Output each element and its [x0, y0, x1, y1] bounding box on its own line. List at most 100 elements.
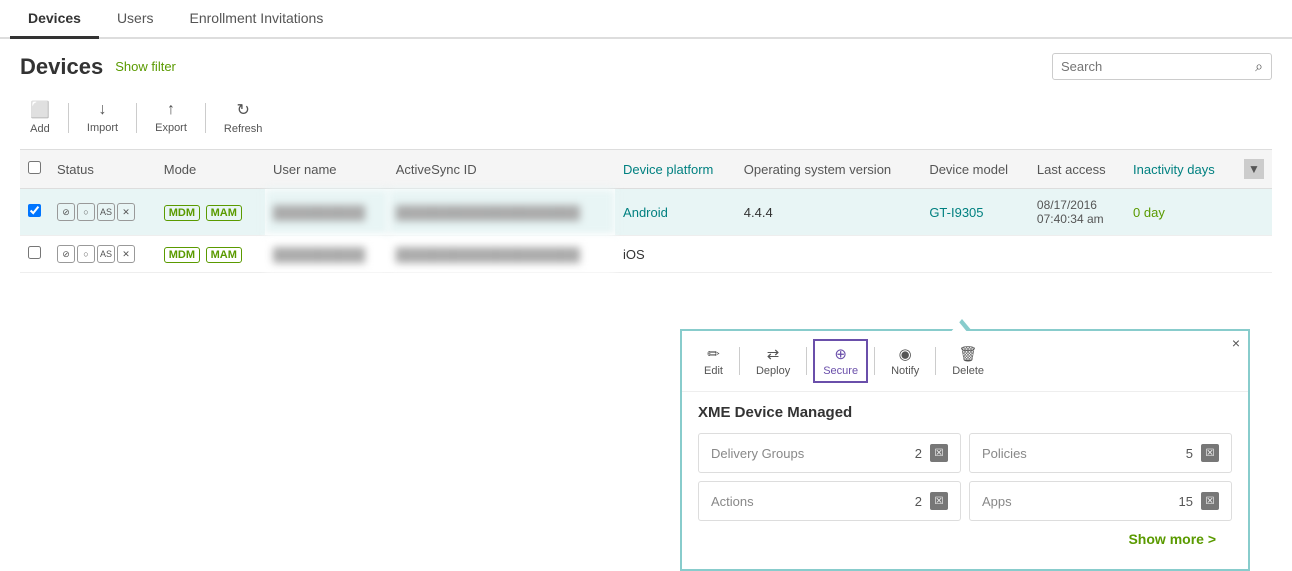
apps-icon[interactable]: ☒	[1201, 492, 1219, 510]
import-label: Import	[87, 122, 118, 134]
apps-count: 15	[1179, 494, 1193, 509]
last-access-cell	[1029, 236, 1125, 273]
popup-arrow-inner	[950, 322, 968, 333]
policies-label: Policies	[982, 446, 1027, 461]
delete-label: Delete	[952, 365, 984, 377]
tag-mam: MAM	[206, 205, 242, 221]
secure-label: Secure	[823, 365, 858, 377]
delivery-groups-count: 2	[915, 446, 922, 461]
col-status: Status	[49, 150, 156, 189]
apps-label: Apps	[982, 494, 1012, 509]
os-version-cell	[736, 236, 922, 273]
tab-enrollment-invitations[interactable]: Enrollment Invitations	[172, 0, 342, 39]
table-row: ⊘ ○ AS ✕ MDM MAM ██████████ ████████████…	[20, 236, 1272, 273]
card-right: 2 ☒	[907, 492, 948, 510]
popup-sep-2	[806, 347, 807, 375]
popup-delete-button[interactable]: 🗑 Delete	[942, 339, 994, 383]
export-label: Export	[155, 122, 187, 134]
popup-sep-1	[739, 347, 740, 375]
toolbar: ⬜ Add ↓ Import ↑ Export ↻ Refresh	[0, 90, 1292, 149]
card-right: 15 ☒	[1171, 492, 1219, 510]
inactivity-cell	[1125, 236, 1236, 273]
tag-mam: MAM	[206, 247, 242, 263]
import-button[interactable]: ↓ Import	[77, 97, 128, 138]
col-username: User name	[265, 150, 388, 189]
expand-columns-btn[interactable]: ▼	[1244, 159, 1264, 179]
popup-secure-button[interactable]: ⊕ Secure	[813, 339, 868, 383]
page-title: Devices	[20, 54, 103, 80]
actions-icon[interactable]: ☒	[930, 492, 948, 510]
search-box: ⌕	[1052, 53, 1272, 80]
import-icon: ↓	[99, 101, 107, 119]
col-expand: ▼	[1236, 150, 1272, 189]
row-checkbox[interactable]	[28, 204, 41, 217]
col-activesync: ActiveSync ID	[388, 150, 615, 189]
add-label: Add	[30, 123, 50, 135]
popup-deploy-button[interactable]: ⇄ Deploy	[746, 339, 800, 383]
last-access-cell: 08/17/201607:40:34 am	[1029, 189, 1125, 236]
popup-close-button[interactable]: ×	[1232, 335, 1240, 351]
tag-mdm: MDM	[164, 247, 200, 263]
delete-icon: 🗑	[959, 345, 978, 363]
search-icon: ⌕	[1255, 58, 1263, 75]
popup-content: XME Device Managed Delivery Groups 2 ☒ P…	[682, 392, 1248, 569]
popup-notify-button[interactable]: ◉ Notify	[881, 339, 929, 383]
devices-table: Status Mode User name ActiveSync ID Devi…	[20, 149, 1272, 273]
card-right: 5 ☒	[1178, 444, 1219, 462]
popup-edit-button[interactable]: ✏ Edit	[694, 339, 733, 383]
device-model-link[interactable]: GT-I9305	[929, 205, 983, 220]
col-os-version: Operating system version	[736, 150, 922, 189]
export-icon: ↑	[167, 101, 175, 119]
delivery-groups-label: Delivery Groups	[711, 446, 804, 461]
policies-count: 5	[1186, 446, 1193, 461]
search-input[interactable]	[1061, 59, 1255, 74]
add-button[interactable]: ⬜ Add	[20, 96, 60, 139]
refresh-button[interactable]: ↻ Refresh	[214, 96, 273, 139]
device-popup: × ✏ Edit ⇄ Deploy ⊕ Secure ◉ Notify	[680, 329, 1250, 571]
col-platform: Device platform	[615, 150, 736, 189]
popup-sep-4	[935, 347, 936, 375]
activesync-cell: ████████████████████	[388, 236, 615, 273]
edit-icon: ✏	[707, 345, 720, 363]
policies-icon[interactable]: ☒	[1201, 444, 1219, 462]
tab-users[interactable]: Users	[99, 0, 172, 39]
refresh-label: Refresh	[224, 123, 263, 135]
popup-title: XME Device Managed	[698, 404, 1232, 421]
top-nav: Devices Users Enrollment Invitations	[0, 0, 1292, 39]
show-more-button[interactable]: Show more >	[1128, 531, 1216, 547]
card-actions: Actions 2 ☒	[698, 481, 961, 521]
show-filter-button[interactable]: Show filter	[115, 59, 176, 74]
card-delivery-groups: Delivery Groups 2 ☒	[698, 433, 961, 473]
delivery-groups-icon[interactable]: ☒	[930, 444, 948, 462]
os-version-cell: 4.4.4	[736, 189, 922, 236]
username-cell: ██████████	[265, 189, 388, 236]
device-model-cell	[921, 236, 1029, 273]
platform-cell: iOS	[615, 236, 736, 273]
export-button[interactable]: ↑ Export	[145, 97, 197, 138]
table-header-row: Status Mode User name ActiveSync ID Devi…	[20, 150, 1272, 189]
card-right: 2 ☒	[907, 444, 948, 462]
activesync-cell: ████████████████████	[388, 189, 615, 236]
add-icon: ⬜	[30, 100, 50, 120]
status-icon-3: AS	[97, 245, 115, 263]
platform-link[interactable]: Android	[623, 205, 668, 220]
notify-label: Notify	[891, 365, 919, 377]
actions-count: 2	[915, 494, 922, 509]
select-all-checkbox[interactable]	[28, 161, 41, 174]
refresh-icon: ↻	[236, 100, 249, 120]
col-inactivity: Inactivity days	[1125, 150, 1236, 189]
status-icon-1: ⊘	[57, 245, 75, 263]
tab-devices[interactable]: Devices	[10, 0, 99, 39]
row-checkbox[interactable]	[28, 246, 41, 259]
col-device-model: Device model	[921, 150, 1029, 189]
col-last-access: Last access	[1029, 150, 1125, 189]
status-icon-4: ✕	[117, 245, 135, 263]
status-icon-2: ○	[77, 245, 95, 263]
popup-toolbar: ✏ Edit ⇄ Deploy ⊕ Secure ◉ Notify 🗑 Dele…	[682, 331, 1248, 392]
header-left: Devices Show filter	[20, 54, 176, 80]
edit-label: Edit	[704, 365, 723, 377]
status-icons: ⊘ ○ AS ✕	[57, 203, 148, 221]
deploy-icon: ⇄	[767, 345, 780, 363]
cards-grid: Delivery Groups 2 ☒ Policies 5 ☒ A	[698, 433, 1232, 521]
show-more-row: Show more >	[698, 521, 1232, 557]
